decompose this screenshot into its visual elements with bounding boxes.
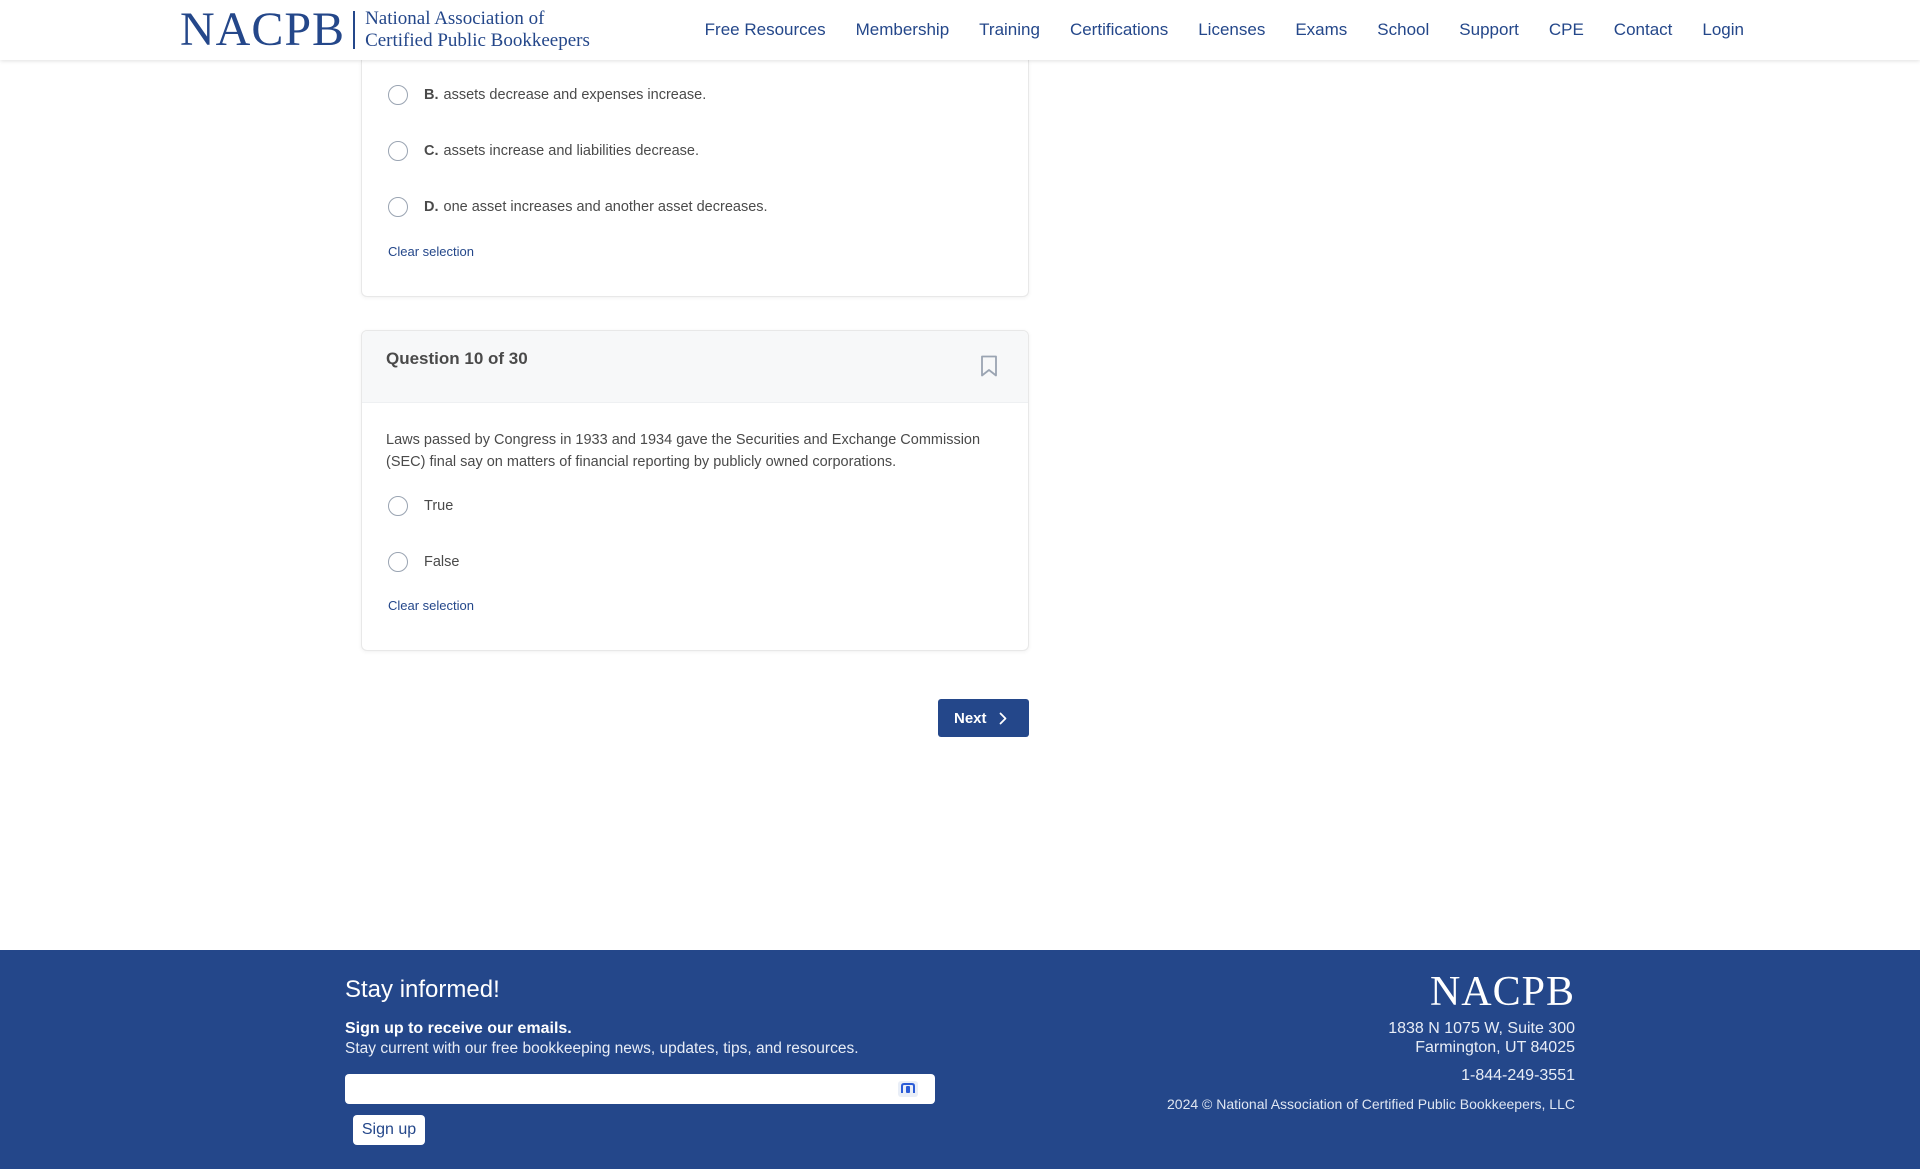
footer-logo: NACPB [1429, 969, 1575, 1015]
question-card-previous: B. assets decrease and expenses increase… [361, 60, 1029, 297]
logo-tagline: National Association of Certified Public… [365, 8, 590, 52]
option-text: assets decrease and expenses increase. [443, 87, 707, 103]
footer-title: Stay informed! [345, 976, 500, 1003]
footer-address: 1838 N 1075 W, Suite 300 Farmington, UT … [1388, 1019, 1575, 1057]
option-letter: B. [424, 87, 439, 103]
option-b[interactable]: B. assets decrease and expenses increase… [388, 85, 706, 105]
nav-support[interactable]: Support [1459, 20, 1519, 40]
radio-button[interactable] [388, 85, 408, 105]
site-logo[interactable]: NACPB National Association of Certified … [180, 6, 590, 54]
option-text: assets increase and liabilities decrease… [443, 143, 700, 159]
address-line2: Farmington, UT 84025 [1415, 1039, 1575, 1056]
radio-button[interactable] [388, 141, 408, 161]
option-c[interactable]: C. assets increase and liabilities decre… [388, 141, 699, 161]
clear-selection-link[interactable]: Clear selection [388, 598, 474, 613]
option-letter: D. [424, 199, 439, 215]
nav-school[interactable]: School [1377, 20, 1429, 40]
next-label: Next [954, 709, 987, 727]
bookmark-icon[interactable] [980, 355, 998, 377]
option-letter: C. [424, 143, 439, 159]
footer-phone[interactable]: 1-844-249-3551 [1461, 1067, 1575, 1085]
logo-wordmark: NACPB [180, 3, 346, 56]
option-d[interactable]: D. one asset increases and another asset… [388, 197, 768, 217]
site-header: NACPB National Association of Certified … [0, 0, 1920, 60]
nav-membership[interactable]: Membership [856, 20, 950, 40]
radio-button[interactable] [388, 197, 408, 217]
nav-free-resources[interactable]: Free Resources [705, 20, 826, 40]
nav-cpe[interactable]: CPE [1549, 20, 1584, 40]
address-line1: 1838 N 1075 W, Suite 300 [1388, 1020, 1575, 1037]
main-nav: Free Resources Membership Training Certi… [675, 0, 1744, 60]
next-button[interactable]: Next [938, 699, 1029, 737]
nav-licenses[interactable]: Licenses [1198, 20, 1265, 40]
question-title: Question 10 of 30 [386, 349, 528, 368]
nav-training[interactable]: Training [979, 20, 1040, 40]
radio-button[interactable] [388, 496, 408, 516]
signup-description: Stay current with our free bookkeeping n… [345, 1040, 859, 1057]
logo-tagline-line1: National Association of [365, 8, 545, 29]
option-text: one asset increases and another asset de… [443, 199, 768, 215]
email-input[interactable] [345, 1074, 935, 1104]
password-manager-icon[interactable] [897, 1080, 919, 1098]
signup-heading: Sign up to receive our emails. [345, 1020, 572, 1037]
nav-contact[interactable]: Contact [1614, 20, 1673, 40]
option-text: True [424, 498, 454, 514]
question-card-10: Question 10 of 30 Laws passed by Congres… [361, 330, 1029, 651]
site-footer: Stay informed! Sign up to receive our em… [0, 950, 1920, 1169]
logo-tagline-line2: Certified Public Bookkeepers [365, 30, 590, 51]
nav-exams[interactable]: Exams [1295, 20, 1347, 40]
nav-certifications[interactable]: Certifications [1070, 20, 1168, 40]
chevron-right-icon [999, 712, 1006, 724]
option-true[interactable]: True [388, 496, 453, 516]
option-text: False [424, 554, 460, 570]
question-text: Laws passed by Congress in 1933 and 1934… [386, 432, 981, 470]
question-header: Question 10 of 30 [362, 331, 1028, 403]
logo-divider [353, 11, 356, 49]
clear-selection-link[interactable]: Clear selection [388, 244, 474, 259]
option-false[interactable]: False [388, 552, 459, 572]
radio-button[interactable] [388, 552, 408, 572]
signup-button[interactable]: Sign up [353, 1115, 425, 1145]
nav-login[interactable]: Login [1702, 20, 1744, 40]
footer-copyright: 2024 © National Association of Certified… [1167, 1096, 1575, 1112]
